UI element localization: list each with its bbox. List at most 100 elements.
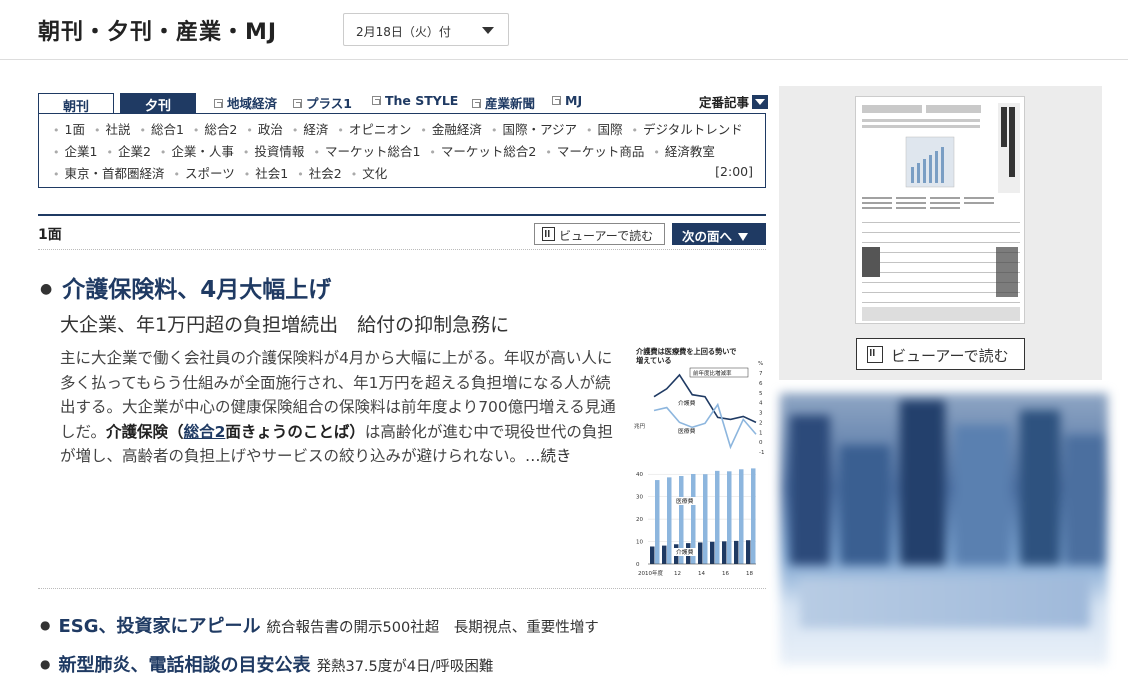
keyword-link[interactable]: 総合2 bbox=[184, 423, 226, 441]
section-link[interactable]: 総合2 bbox=[193, 122, 237, 137]
date-select-value: 2月18日（火）付 bbox=[356, 25, 451, 39]
viewer-icon bbox=[867, 346, 883, 363]
article-item-esg[interactable]: ● ESG、投資家にアピール 統合報告書の開示500社超 長期視点、重要性増す bbox=[40, 612, 599, 638]
chevron-down-icon bbox=[482, 27, 494, 34]
section-list: 1面社説総合1 総合2 政治経済オピニオン金融経済国際・アジア国際デジタルトレンド企… bbox=[53, 119, 755, 185]
link-the-style[interactable]: The STYLE bbox=[372, 93, 458, 108]
x-tick-label: 14 bbox=[698, 571, 705, 577]
section-link[interactable]: 政治 bbox=[246, 122, 283, 137]
keyword: 介護保険（総合2面きょうのことば） bbox=[106, 422, 365, 441]
section-link[interactable]: 投資情報 bbox=[243, 144, 305, 159]
bar-care bbox=[710, 541, 715, 564]
y-tick-label: 7 bbox=[759, 371, 763, 377]
ad-image bbox=[900, 400, 945, 565]
main-headline[interactable]: ● 介護保険料、4月大幅上げ bbox=[40, 270, 331, 304]
section-link[interactable]: 社会1 bbox=[244, 166, 288, 181]
section-link[interactable]: 社説 bbox=[94, 122, 131, 137]
bar-medical bbox=[667, 477, 672, 564]
section-link[interactable]: デジタルトレンド bbox=[631, 122, 742, 137]
section-link[interactable]: 1面 bbox=[53, 122, 85, 137]
top-bar: 朝刊・夕刊・産業・MJ 2月18日（火）付 bbox=[0, 0, 1128, 60]
section-link[interactable]: 経済 bbox=[292, 122, 329, 137]
paper-preview-panel: ビューアーで読む bbox=[779, 86, 1102, 380]
tab-yukan[interactable]: 夕刊 bbox=[120, 93, 196, 114]
section-link[interactable]: スポーツ bbox=[174, 166, 235, 181]
y-tick-label: 2 bbox=[759, 420, 763, 426]
y-tick-label: 5 bbox=[759, 391, 763, 397]
article-item-pneumonia[interactable]: ● 新型肺炎、電話相談の目安公表 発熱37.5度が4日/呼吸困難 bbox=[40, 651, 493, 677]
bullet-icon: ● bbox=[40, 657, 51, 671]
section-link[interactable]: 社会2 bbox=[297, 166, 341, 181]
chart-title: 介護費は医療費を上回る勢いで bbox=[635, 347, 736, 356]
section-link[interactable]: 経済教室 bbox=[653, 144, 715, 159]
edition-tabs: 朝刊 夕刊 地域経済 プラス1 The STYLE 産業新聞 MJ 定番記事 bbox=[38, 91, 768, 115]
next-page-button[interactable]: 次の面へ bbox=[672, 223, 766, 245]
section-link[interactable]: マーケット総合2 bbox=[429, 144, 536, 159]
section-link[interactable]: 金融経済 bbox=[420, 122, 482, 137]
x-tick-label: 2010年度 bbox=[638, 569, 663, 577]
y-tick-label: -1 bbox=[759, 450, 764, 456]
bar-medical bbox=[727, 471, 732, 564]
bar-medical bbox=[715, 470, 720, 564]
bar-care bbox=[650, 546, 655, 564]
ad-image bbox=[1020, 410, 1060, 565]
divider bbox=[38, 588, 766, 589]
x-tick-label: 16 bbox=[722, 571, 729, 577]
ad-image bbox=[790, 415, 830, 565]
arrow-down-icon bbox=[738, 233, 749, 241]
y-axis-unit: % bbox=[758, 361, 763, 367]
external-link-icon bbox=[472, 99, 481, 108]
chart-title: 増えている bbox=[636, 356, 672, 365]
series-label: 医療費 bbox=[678, 427, 696, 435]
viewer-button[interactable]: ビューアーで読む bbox=[534, 223, 665, 245]
date-select[interactable]: 2月18日（火）付 bbox=[343, 13, 509, 46]
section-link[interactable]: 東京・首都圏経済 bbox=[53, 166, 165, 181]
newspaper-thumbnail[interactable] bbox=[855, 96, 1025, 324]
dropdown-arrow-icon bbox=[752, 95, 768, 109]
link-sangyo-shimbun[interactable]: 産業新聞 bbox=[472, 93, 535, 112]
link-chiiki-keizai[interactable]: 地域経済 bbox=[214, 93, 277, 112]
section-link[interactable]: マーケット総合1 bbox=[313, 144, 420, 159]
link-plus1[interactable]: プラス1 bbox=[293, 93, 352, 112]
bar-medical bbox=[751, 468, 756, 564]
section-link[interactable]: 企業1 bbox=[53, 144, 97, 159]
ad-text-band bbox=[800, 578, 1090, 628]
y-tick-label: 0 bbox=[759, 440, 763, 446]
ad-image bbox=[955, 425, 1010, 565]
y-tick-label: 0 bbox=[636, 562, 640, 568]
section-link[interactable]: 企業2 bbox=[106, 144, 150, 159]
section-link[interactable]: 国際 bbox=[586, 122, 623, 137]
ad-image bbox=[840, 445, 890, 565]
bar-care bbox=[662, 545, 667, 564]
bar-care bbox=[746, 540, 751, 564]
section-link[interactable]: 文化 bbox=[351, 166, 388, 181]
link-mj[interactable]: MJ bbox=[552, 93, 582, 108]
growth-line bbox=[653, 402, 757, 450]
bullet-icon: ● bbox=[40, 281, 53, 297]
bar-medical bbox=[703, 474, 708, 564]
advertisement-banner[interactable] bbox=[780, 393, 1108, 665]
bar-care bbox=[722, 541, 727, 564]
section-link[interactable]: 企業・人事 bbox=[160, 144, 234, 159]
x-tick-label: 12 bbox=[674, 571, 681, 577]
section-link[interactable]: オピニオン bbox=[337, 122, 411, 137]
section-link[interactable]: マーケット商品 bbox=[545, 144, 644, 159]
bar-medical bbox=[655, 480, 660, 564]
continue-link[interactable]: …続き bbox=[525, 447, 572, 465]
bar-care bbox=[734, 540, 739, 564]
y-tick-label: 30 bbox=[636, 495, 643, 501]
teiban-dropdown[interactable]: 定番記事 bbox=[699, 92, 768, 111]
section-link[interactable]: 国際・アジア bbox=[491, 122, 577, 137]
external-link-icon bbox=[293, 99, 302, 108]
y-tick-label: 4 bbox=[759, 401, 763, 407]
main-subhead: 大企業、年1万円超の負担増続出 給付の抑制急務に bbox=[60, 314, 510, 336]
section-link[interactable]: 総合1 bbox=[139, 122, 183, 137]
viewer-button-large[interactable]: ビューアーで読む bbox=[856, 338, 1025, 370]
page-label: 1面 bbox=[38, 227, 62, 243]
page-title: 朝刊・夕刊・産業・MJ bbox=[38, 20, 278, 45]
y-tick-label: 40 bbox=[636, 472, 643, 478]
bullet-icon: ● bbox=[40, 618, 51, 632]
tab-chokan[interactable]: 朝刊 bbox=[38, 93, 114, 115]
series-label: 介護費 bbox=[678, 399, 696, 407]
update-time: [2:00] bbox=[715, 164, 753, 179]
